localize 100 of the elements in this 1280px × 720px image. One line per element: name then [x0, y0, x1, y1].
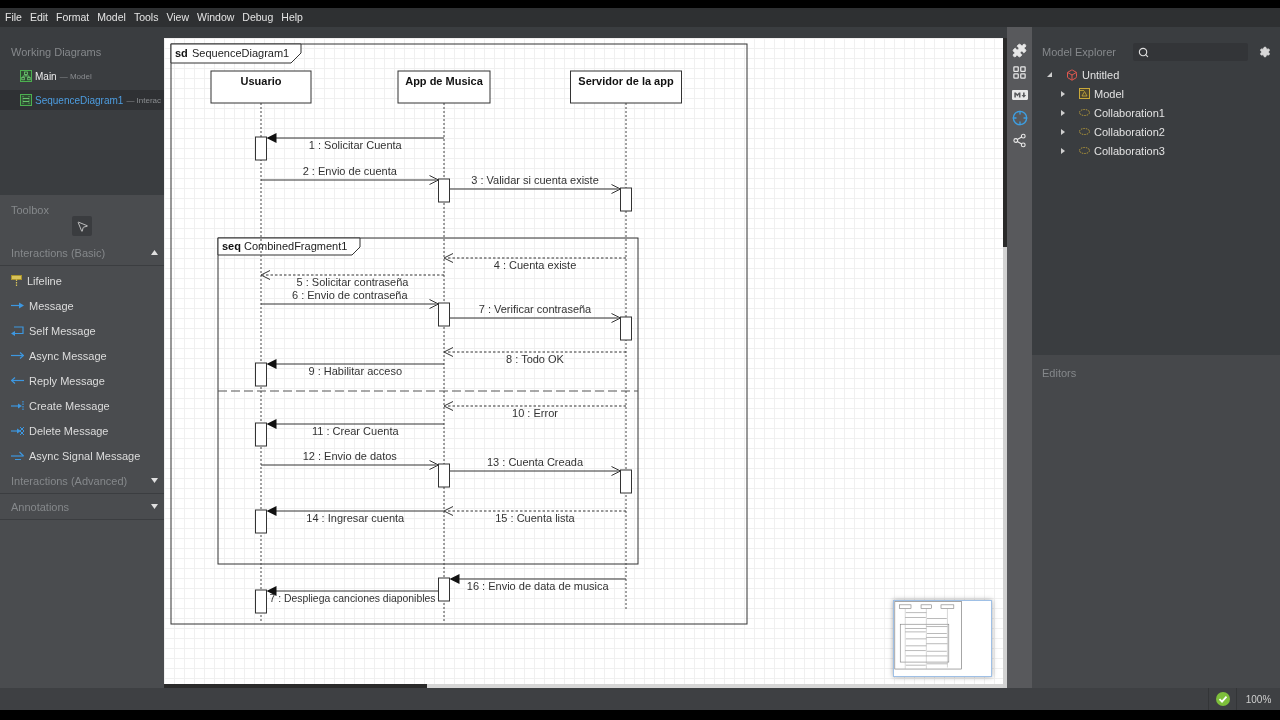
- activation-bar: [255, 589, 267, 614]
- diagram-list-item[interactable]: Main — Model: [0, 66, 164, 86]
- activation-bar: [438, 463, 450, 488]
- caret-down-icon[interactable]: [1047, 72, 1052, 77]
- activation-bar: [255, 422, 267, 447]
- share-icon: [1012, 132, 1027, 148]
- panel-title: Toolbox: [11, 203, 49, 218]
- cursor-icon: [75, 219, 89, 233]
- message-label: 16 : Envio de data de musica: [466, 580, 609, 592]
- check-circle-icon: [1215, 692, 1230, 706]
- vertical-scrollbar[interactable]: [1003, 38, 1007, 688]
- menu-item[interactable]: Window: [193, 8, 239, 27]
- tree-item[interactable]: Collaboration2: [1061, 125, 1165, 138]
- panel-title: Editors: [1042, 367, 1077, 379]
- message-label: 8 : Todo OK: [506, 353, 564, 365]
- tree-item[interactable]: Collaboration1: [1061, 106, 1165, 119]
- message-label: 1 : Solicitar Cuenta: [308, 139, 402, 151]
- diagram-list-item[interactable]: SequenceDiagram1 — Interac: [0, 90, 164, 110]
- message-label: 2 : Envio de cuenta: [302, 165, 397, 177]
- activation-bar: [255, 509, 267, 534]
- sidebar-tab-button[interactable]: [1011, 87, 1028, 103]
- message-label: 6 : Envio de contraseña: [291, 289, 408, 301]
- message-label: 15 : Cuenta lista: [495, 512, 575, 524]
- caret-right-icon[interactable]: [1061, 128, 1065, 135]
- tool-item[interactable]: Self Message: [0, 318, 164, 343]
- tree-item[interactable]: Model: [1061, 87, 1124, 100]
- panel-title: Model Explorer: [1042, 46, 1116, 58]
- arrow-cross-icon: [11, 425, 24, 436]
- package-icon: [1079, 88, 1090, 99]
- scrollbar-thumb[interactable]: [164, 684, 427, 688]
- sidebar-tab-button[interactable]: [1011, 64, 1028, 81]
- horizontal-scrollbar[interactable]: [164, 684, 1003, 688]
- panel-title: Working Diagrams: [11, 45, 102, 60]
- tool-item[interactable]: Async Message: [0, 343, 164, 368]
- lifeline-head: App de Musica: [397, 70, 491, 104]
- tool-item[interactable]: Reply Message: [0, 368, 164, 393]
- activation-bar: [438, 302, 450, 327]
- markdown-icon: [1011, 87, 1028, 103]
- message-label: 12 : Envio de datos: [302, 450, 397, 462]
- menu-item[interactable]: View: [162, 8, 193, 27]
- tree-diagram-icon: [20, 70, 32, 82]
- fragment-heading: seq CombinedFragment1: [217, 237, 361, 256]
- tool-item[interactable]: Lifeline: [0, 268, 164, 293]
- dashed-ellipse-icon: [1079, 128, 1090, 135]
- menu-item[interactable]: File: [1, 8, 26, 27]
- message-label: 4 : Cuenta existe: [493, 259, 577, 271]
- open-arrow-icon: [11, 352, 24, 359]
- frame-heading: sd SequenceDiagram1: [170, 43, 302, 64]
- tree-item[interactable]: Untitled: [1047, 68, 1120, 81]
- half-arrow-icon: [11, 451, 24, 460]
- search-field[interactable]: [1133, 43, 1248, 61]
- settings-icon[interactable]: [1259, 46, 1271, 58]
- tool-item[interactable]: Delete Message: [0, 418, 164, 443]
- zoom-level: 100%: [1245, 693, 1272, 705]
- message-label: 9 : Habilitar acceso: [308, 365, 402, 377]
- message-label: 5 : Solicitar contraseña: [296, 276, 409, 288]
- pointer-tool-button[interactable]: [72, 216, 92, 236]
- menu-item[interactable]: Model: [93, 8, 130, 27]
- left-arrow-icon: [11, 377, 24, 384]
- tool-item[interactable]: Async Signal Message: [0, 443, 164, 468]
- lifeline-head: Usuario: [210, 70, 312, 104]
- activation-bar: [620, 469, 632, 494]
- dashed-ellipse-icon: [1079, 109, 1090, 116]
- sequence-diagram-icon: [20, 94, 32, 106]
- tool-item[interactable]: Message: [0, 293, 164, 318]
- loop-arrow-icon: [11, 325, 24, 336]
- crosshair-icon: [1011, 109, 1028, 126]
- cube-icon: [1066, 68, 1078, 81]
- activation-bar: [255, 136, 267, 161]
- menu-item[interactable]: Help: [277, 8, 307, 27]
- puzzle-icon: [1012, 42, 1027, 58]
- menu-item[interactable]: Tools: [129, 8, 163, 27]
- caret-right-icon[interactable]: [1061, 109, 1065, 116]
- lifeline-head: Servidor de la app: [570, 70, 682, 104]
- activation-bar: [438, 178, 450, 203]
- tree-item[interactable]: Collaboration3: [1061, 144, 1165, 157]
- dashed-ellipse-icon: [1079, 147, 1090, 154]
- activation-bar: [620, 187, 632, 212]
- search-icon: [1138, 46, 1149, 58]
- arrow-dashed-line-icon: [11, 400, 24, 411]
- message-label: 7 : Verificar contraseña: [478, 303, 592, 315]
- menu-item[interactable]: Edit: [25, 8, 52, 27]
- message-label: 14 : Ingresar cuenta: [306, 512, 405, 524]
- caret-right-icon[interactable]: [1061, 147, 1065, 154]
- caret-right-icon[interactable]: [1061, 90, 1065, 97]
- message-label: 10 : Error: [512, 407, 558, 419]
- menu-item[interactable]: Format: [52, 8, 94, 27]
- activation-bar: [620, 316, 632, 341]
- message-label: 7 : Despliega canciones diaponibles: [269, 593, 436, 604]
- menu-item[interactable]: Debug: [238, 8, 278, 27]
- layout-grid-icon: [1012, 65, 1027, 80]
- message-label: 11 : Crear Cuenta: [311, 425, 399, 437]
- activation-bar: [255, 362, 267, 387]
- message-label: 13 : Cuenta Creada: [487, 456, 583, 468]
- tool-item[interactable]: Create Message: [0, 393, 164, 418]
- sidebar-tab-button[interactable]: [1011, 132, 1028, 148]
- scrollbar-thumb[interactable]: [1003, 38, 1007, 247]
- lifeline-icon: [11, 274, 22, 287]
- message-label: 3 : Validar si cuenta existe: [471, 174, 599, 186]
- solid-arrow-icon: [11, 302, 24, 309]
